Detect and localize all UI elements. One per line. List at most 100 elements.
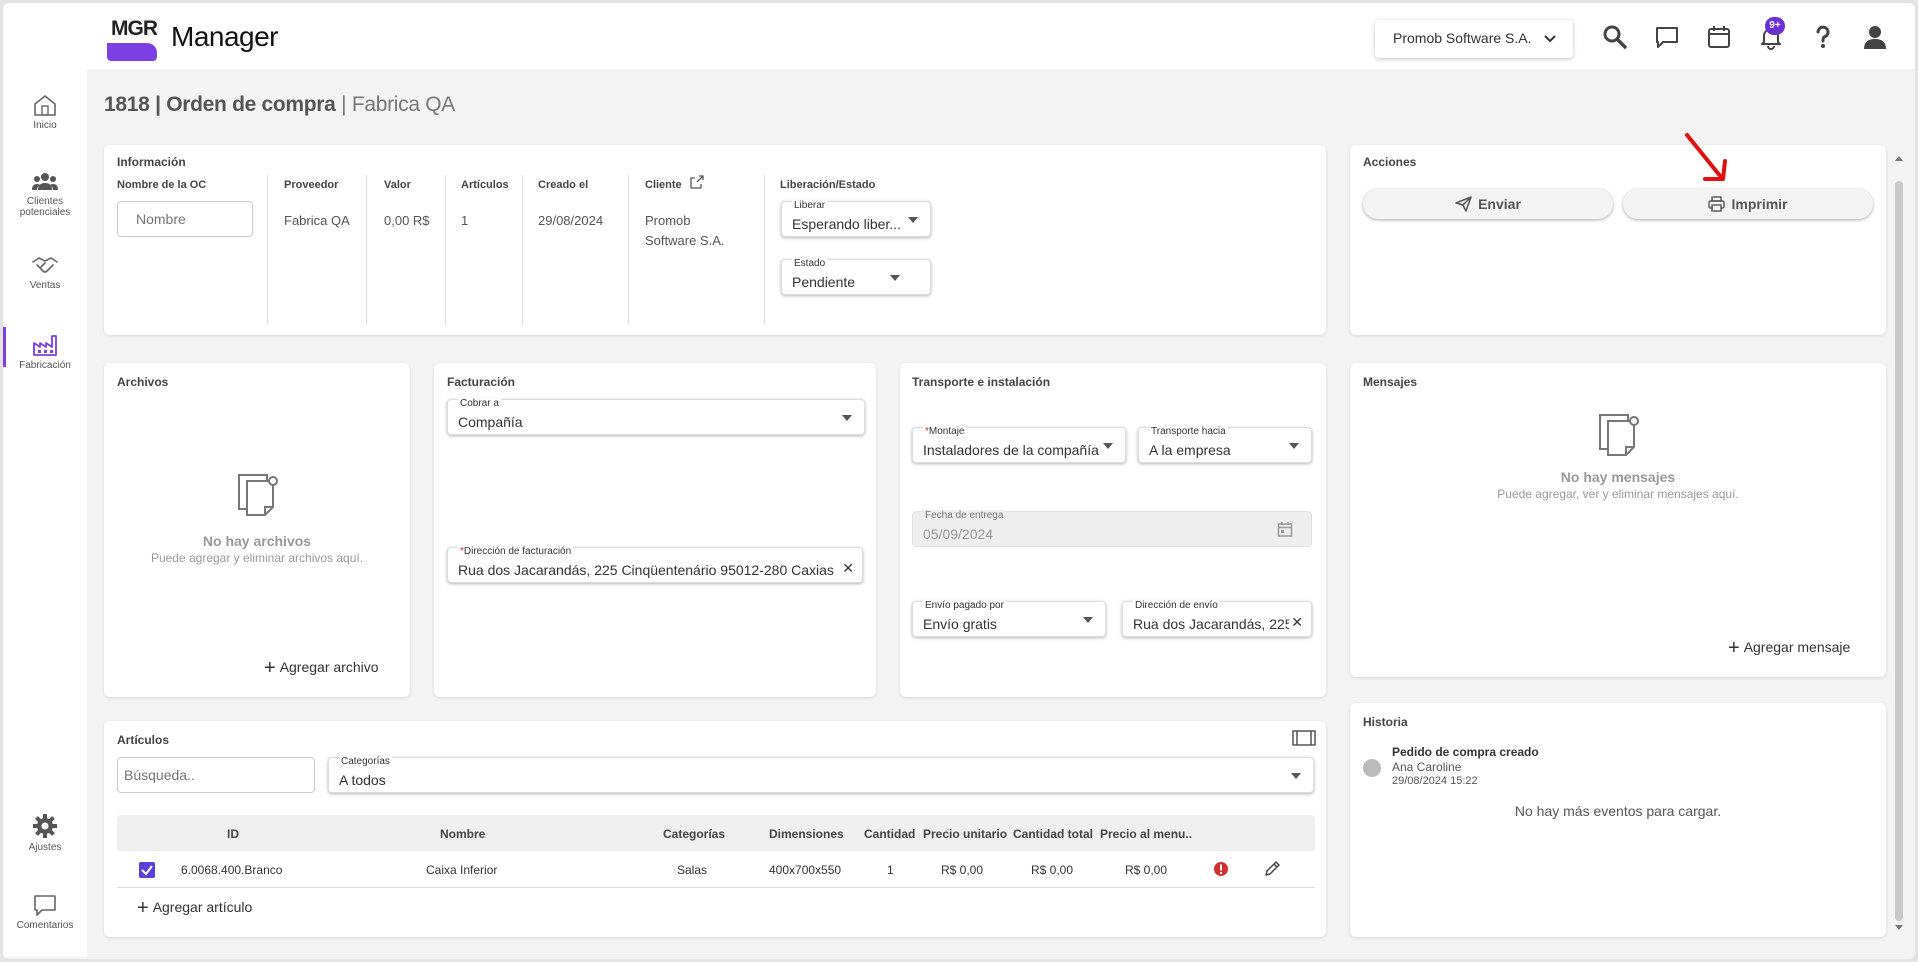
edit-pencil-icon[interactable]: [1263, 860, 1281, 878]
col-header-quantity[interactable]: Cantidad: [864, 827, 915, 841]
sidebar-item-comentarios[interactable]: Comentarios: [3, 893, 87, 931]
files-empty-title: No hay archivos: [202, 533, 312, 549]
help-icon[interactable]: [1809, 23, 1837, 51]
col-header-dimensions[interactable]: Dimensiones: [769, 827, 844, 841]
col-header-categories[interactable]: Categorías: [663, 827, 725, 841]
client-label: Cliente: [645, 179, 682, 191]
delivery-date-label: Fecha de entrega: [923, 510, 1006, 521]
liberar-label: Liberar: [792, 200, 828, 211]
shipping-paid-by-label: Envío pagado por: [923, 600, 1006, 611]
app-logo[interactable]: MGR: [107, 15, 157, 61]
files-card: Archivos No hay archivos Puede agregar y…: [104, 363, 410, 697]
charge-to-value: Compañía: [458, 414, 523, 430]
sidebar-item-label: Ajustes: [28, 842, 62, 853]
liberar-value: Esperando liber...: [792, 216, 901, 232]
client-value-line2[interactable]: Software S.A.: [645, 231, 724, 251]
client-value-line1[interactable]: Promob: [645, 211, 691, 231]
montaje-value: Instaladores de la compañía: [923, 442, 1099, 458]
error-icon[interactable]: [1213, 861, 1229, 877]
order-supplier: Fabrica QA: [351, 93, 456, 116]
charge-to-label: Cobrar a: [458, 398, 501, 409]
row-unit-price: R$ 0,00: [941, 863, 984, 877]
sidebar-item-ventas[interactable]: Ventas: [3, 253, 87, 291]
col-header-total-quantity[interactable]: Cantidad total: [1013, 827, 1093, 841]
history-event-title: Pedido de compra creado: [1392, 745, 1539, 759]
col-header-id[interactable]: ID: [227, 827, 239, 841]
sidebar-item-ajustes[interactable]: Ajustes: [3, 813, 87, 853]
shipping-address-value: Rua dos Jacarandás, 225 Cinqüentenário: [1133, 616, 1289, 632]
top-bar: MGR Manager Promob Software S.A. 9+: [3, 3, 1915, 69]
clear-icon[interactable]: ✕: [1291, 614, 1303, 631]
montaje-label: *Montaje: [923, 426, 967, 437]
divider: [267, 175, 268, 325]
col-header-unit-price[interactable]: Precio unitario: [923, 827, 1007, 841]
print-label: Imprimir: [1731, 196, 1788, 212]
liberar-select[interactable]: Liberar Esperando liber...: [781, 200, 931, 237]
row-retail-price: R$ 0,00: [1125, 863, 1168, 877]
chat-icon[interactable]: [1653, 23, 1681, 51]
delivery-date-field[interactable]: Fecha de entrega 05/09/2024: [912, 510, 1312, 547]
shipping-paid-by-value: Envío gratis: [923, 616, 997, 632]
print-button[interactable]: Imprimir: [1623, 189, 1873, 219]
company-select-value: Promob Software S.A.: [1393, 30, 1532, 46]
people-icon: [32, 173, 58, 190]
transport-to-value: A la empresa: [1149, 442, 1231, 458]
sidebar-item-label: Clientes potenciales: [19, 196, 71, 218]
table-row[interactable]: 6.0068.400.Branco Caixa Inferior Salas 4…: [117, 851, 1315, 887]
items-label: Artículos: [461, 179, 509, 191]
app-title: Manager: [171, 21, 279, 52]
messages-title: Mensajes: [1363, 375, 1418, 389]
company-select[interactable]: Promob Software S.A.: [1375, 20, 1573, 58]
add-message-button[interactable]: + Agregar mensaje: [1728, 637, 1850, 660]
oc-name-input[interactable]: [117, 201, 253, 237]
categories-select[interactable]: Categorías A todos: [328, 756, 1314, 793]
shipping-paid-by-select[interactable]: Envío pagado por Envío gratis: [912, 600, 1106, 637]
add-article-label: Agregar artículo: [152, 899, 253, 915]
scroll-down-icon[interactable]: [1893, 923, 1905, 933]
supplier-label: Proveedor: [284, 179, 339, 191]
transport-to-select[interactable]: Transporte hacia A la empresa: [1138, 426, 1312, 463]
send-button[interactable]: Enviar: [1363, 189, 1613, 219]
documents-icon: [1599, 414, 1639, 456]
charge-to-select[interactable]: Cobrar a Compañía: [447, 398, 865, 435]
col-header-retail-price[interactable]: Precio al menu...: [1100, 827, 1192, 841]
row-checkbox[interactable]: [139, 862, 155, 878]
calendar-icon[interactable]: [1277, 521, 1293, 537]
annotation-arrow: [1685, 133, 1727, 181]
calendar-icon[interactable]: [1705, 23, 1733, 51]
factory-icon: [33, 335, 57, 356]
estado-select[interactable]: Estado Pendiente: [781, 258, 931, 295]
row-divider: [117, 887, 1315, 888]
scrollbar-thumb[interactable]: [1895, 181, 1903, 921]
items-value: 1: [461, 213, 469, 228]
caret-down-icon: [1083, 617, 1093, 623]
comment-icon: [34, 895, 56, 916]
montaje-select[interactable]: *Montaje Instaladores de la compañía: [912, 426, 1126, 463]
scroll-up-icon[interactable]: [1893, 153, 1905, 163]
files-title: Archivos: [117, 375, 169, 389]
page-title: 1818 | Orden de compra | Fabrica QA: [104, 93, 456, 116]
column-settings-icon[interactable]: [1292, 729, 1316, 747]
clear-icon[interactable]: ✕: [842, 560, 854, 577]
external-link-icon[interactable]: [690, 175, 704, 189]
billing-address-label: *Dirección de facturación: [458, 546, 574, 557]
user-avatar-icon[interactable]: [1861, 23, 1889, 51]
history-title: Historia: [1363, 715, 1408, 729]
shipping-address-field[interactable]: Dirección de envío Rua dos Jacarandás, 2…: [1122, 600, 1312, 637]
value-label: Valor: [384, 179, 411, 191]
plus-icon: +: [1728, 637, 1740, 659]
sidebar-item-inicio[interactable]: Inicio: [3, 93, 87, 131]
articles-search-input[interactable]: [117, 757, 315, 793]
add-file-button[interactable]: + Agregar archivo: [264, 657, 379, 680]
col-header-name[interactable]: Nombre: [440, 827, 485, 841]
caret-down-icon: [1289, 443, 1299, 449]
sidebar: Inicio Clientes potenciales Ventas Fabri…: [3, 63, 87, 957]
search-icon[interactable]: [1601, 23, 1629, 51]
value-value: 0,00 R$: [384, 213, 430, 228]
row-quantity: 1: [887, 863, 894, 877]
sidebar-item-fabricacion[interactable]: Fabricación: [3, 327, 87, 371]
billing-address-field[interactable]: *Dirección de facturación Rua dos Jacara…: [447, 546, 863, 583]
sidebar-item-clientes[interactable]: Clientes potenciales: [3, 171, 87, 218]
add-article-button[interactable]: + Agregar artículo: [137, 897, 252, 920]
actions-card: Acciones Enviar Imprimir: [1350, 145, 1886, 335]
